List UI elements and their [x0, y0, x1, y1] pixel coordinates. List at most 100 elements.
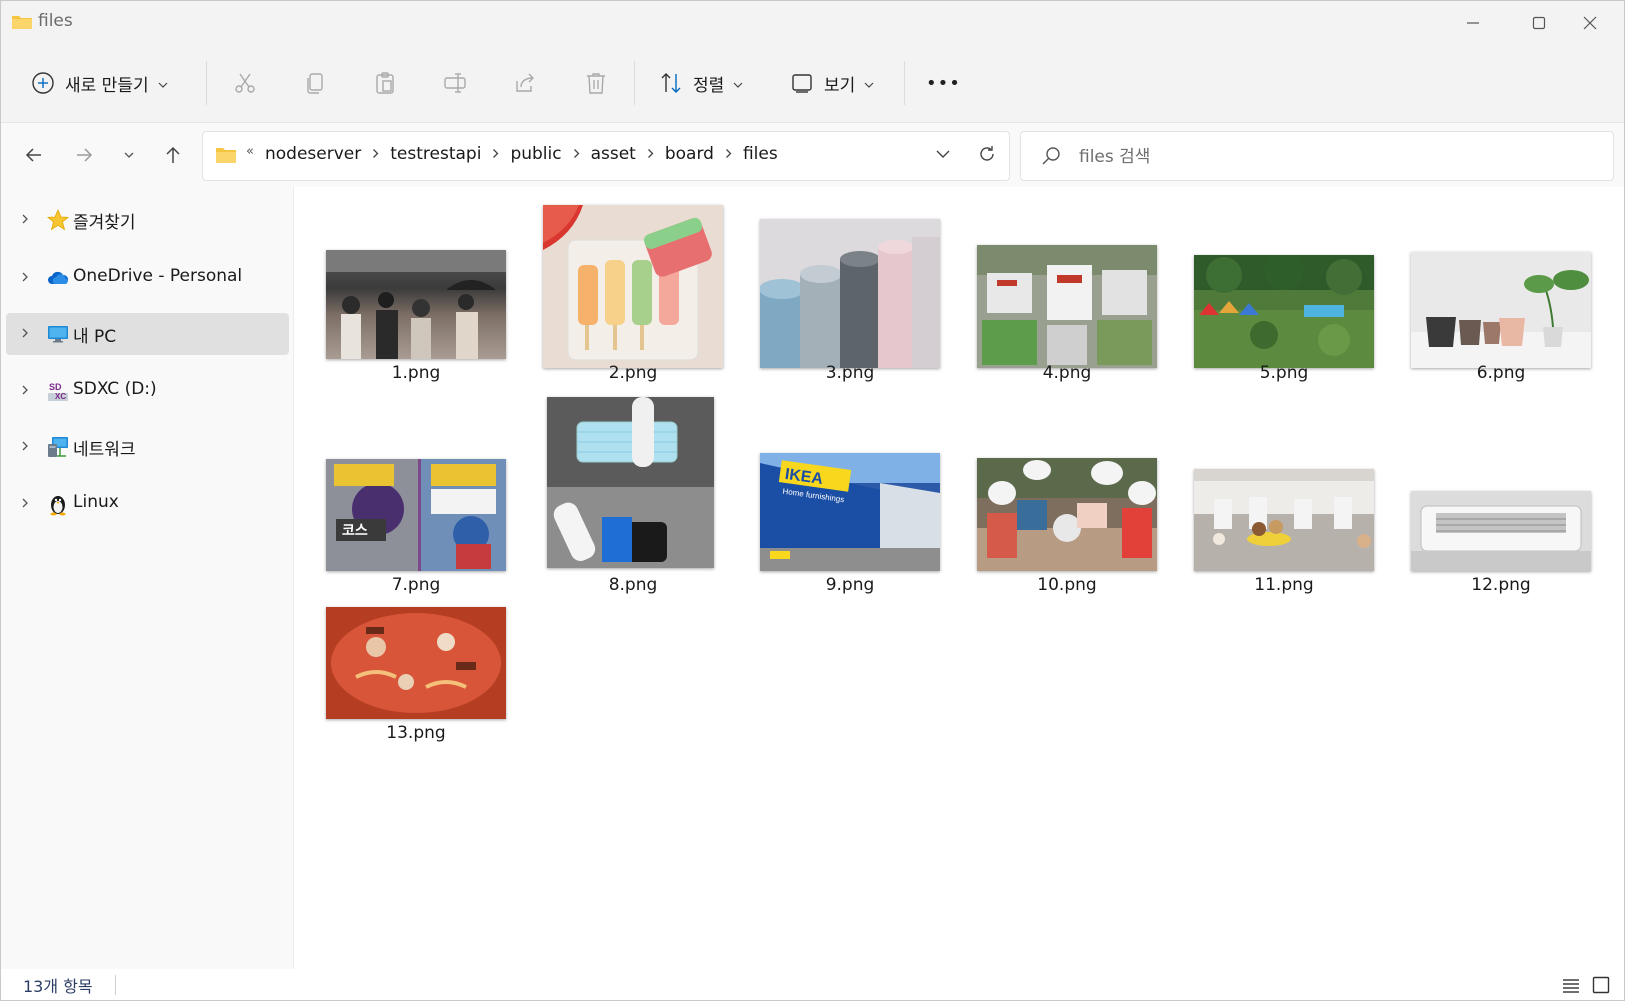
sidebar-item-sdxc[interactable]: SD XC SDXC (D:)	[6, 370, 289, 412]
breadcrumb-asset[interactable]: asset	[591, 144, 636, 164]
navigation-pane: 즐겨찾기 OneDrive - Personal 내 PC SD XC SDXC …	[1, 187, 294, 969]
toolbar-divider	[206, 61, 207, 105]
close-icon	[1583, 16, 1597, 30]
file-thumbnail: 코스	[326, 459, 506, 571]
navigation-bar: « nodeserver testrestapi public asset bo…	[1, 122, 1624, 187]
file-name: 5.png	[1259, 363, 1309, 383]
rename-icon	[444, 73, 466, 93]
sidebar-item-onedrive[interactable]: OneDrive - Personal	[6, 257, 289, 299]
rename-button[interactable]	[443, 63, 467, 103]
file-thumbnail	[1194, 469, 1374, 571]
sidebar-item-label: 내 PC	[73, 327, 117, 347]
chevron-right-icon[interactable]	[20, 383, 30, 397]
chevron-down-icon	[733, 74, 743, 93]
chevron-right-icon[interactable]	[725, 144, 732, 164]
file-name: 1.png	[391, 363, 441, 383]
copy-button[interactable]	[303, 63, 327, 103]
delete-button[interactable]	[584, 63, 608, 103]
breadcrumb-public[interactable]: public	[510, 144, 561, 164]
large-icons-view-button[interactable]	[1589, 973, 1613, 997]
recent-locations-button[interactable]	[111, 137, 147, 173]
file-grid[interactable]: 1.png 2.png 3.png 4.png 5.png 6.png 코스 7…	[294, 187, 1624, 969]
file-name: 3.png	[825, 363, 875, 383]
folder-icon	[216, 148, 236, 163]
breadcrumb-nodeserver[interactable]: nodeserver	[265, 144, 361, 164]
sidebar-item-linux[interactable]: Linux	[6, 483, 289, 525]
breadcrumb-files[interactable]: files	[743, 144, 778, 164]
back-button[interactable]	[16, 137, 52, 173]
copy-icon	[307, 73, 323, 94]
paste-button[interactable]	[373, 63, 397, 103]
file-name: 2.png	[608, 363, 658, 383]
view-label: 보기	[824, 75, 856, 96]
large-icons-view-icon	[1592, 976, 1610, 994]
sidebar-item-network[interactable]: 네트워크	[6, 426, 289, 468]
share-button[interactable]	[513, 63, 537, 103]
file-thumbnail	[1194, 255, 1374, 368]
new-label: 새로 만들기	[65, 75, 149, 96]
file-name: 13.png	[386, 723, 446, 743]
file-name: 11.png	[1254, 575, 1314, 595]
chevron-right-icon[interactable]	[20, 212, 30, 226]
minimize-icon	[1467, 22, 1479, 24]
file-thumbnail	[326, 607, 506, 719]
breadcrumb-testrestapi[interactable]: testrestapi	[390, 144, 481, 164]
breadcrumb: nodeserver testrestapi public asset boar…	[265, 144, 778, 164]
more-icon: •••	[926, 72, 961, 94]
chevron-right-icon[interactable]	[372, 144, 379, 164]
share-icon	[516, 73, 534, 92]
details-view-button[interactable]	[1559, 973, 1583, 997]
penguin-icon	[50, 496, 66, 516]
address-history-button[interactable]	[935, 146, 951, 166]
toolbar-divider	[634, 61, 635, 105]
window-title: files	[38, 11, 73, 31]
chevron-down-icon	[864, 74, 874, 93]
star-icon	[46, 208, 70, 231]
view-button[interactable]: 보기	[790, 63, 874, 103]
command-bar: 새로 만들기 정렬 보기 •••	[1, 45, 1624, 122]
search-input[interactable]	[1077, 142, 1581, 172]
chevron-right-icon[interactable]	[492, 144, 499, 164]
title-bar[interactable]: files	[1, 1, 1624, 45]
file-thumbnail	[977, 458, 1157, 571]
chevron-right-icon[interactable]	[573, 144, 580, 164]
sidebar-item-label: Linux	[73, 492, 119, 512]
close-button[interactable]	[1557, 1, 1623, 45]
toolbar-divider	[904, 61, 905, 105]
arrow-up-icon	[166, 146, 180, 163]
chevron-right-icon[interactable]	[20, 496, 30, 510]
minimize-button[interactable]	[1440, 1, 1506, 45]
chevron-right-icon[interactable]	[647, 144, 654, 164]
new-button[interactable]: 새로 만들기	[31, 63, 168, 103]
sidebar-item-label: OneDrive - Personal	[73, 266, 243, 286]
chevron-right-icon[interactable]	[20, 326, 30, 340]
cut-button[interactable]	[233, 63, 257, 103]
more-options-button[interactable]: •••	[926, 63, 961, 103]
file-name: 12.png	[1471, 575, 1531, 595]
folder-icon	[12, 16, 32, 29]
sidebar-item-favorites[interactable]: 즐겨찾기	[6, 199, 289, 241]
file-thumbnail	[543, 205, 723, 368]
refresh-button[interactable]	[977, 144, 997, 168]
chevron-right-icon[interactable]	[20, 270, 30, 284]
breadcrumb-board[interactable]: board	[665, 144, 714, 164]
forward-button[interactable]	[66, 137, 102, 173]
sort-icon	[659, 71, 683, 95]
sidebar-item-this-pc[interactable]: 내 PC	[6, 313, 289, 355]
details-view-icon	[1563, 979, 1579, 993]
trash-icon	[587, 73, 605, 94]
file-name: 6.png	[1476, 363, 1526, 383]
svg-text:SD: SD	[49, 382, 62, 392]
file-name: 9.png	[825, 575, 875, 595]
file-thumbnail	[977, 245, 1157, 368]
chevron-right-icon[interactable]	[20, 439, 30, 453]
sort-button[interactable]: 정렬	[659, 63, 743, 103]
scissors-icon	[235, 73, 255, 93]
file-thumbnail	[547, 397, 714, 568]
address-bar[interactable]: « nodeserver testrestapi public asset bo…	[202, 131, 1010, 181]
up-button[interactable]	[155, 137, 191, 173]
file-explorer-window: files 새로 만들기 정렬 보기 ••• « nodeserver test…	[0, 0, 1625, 1001]
breadcrumb-overflow[interactable]: «	[246, 144, 254, 159]
file-thumbnail	[760, 219, 940, 368]
search-box[interactable]	[1020, 131, 1614, 181]
